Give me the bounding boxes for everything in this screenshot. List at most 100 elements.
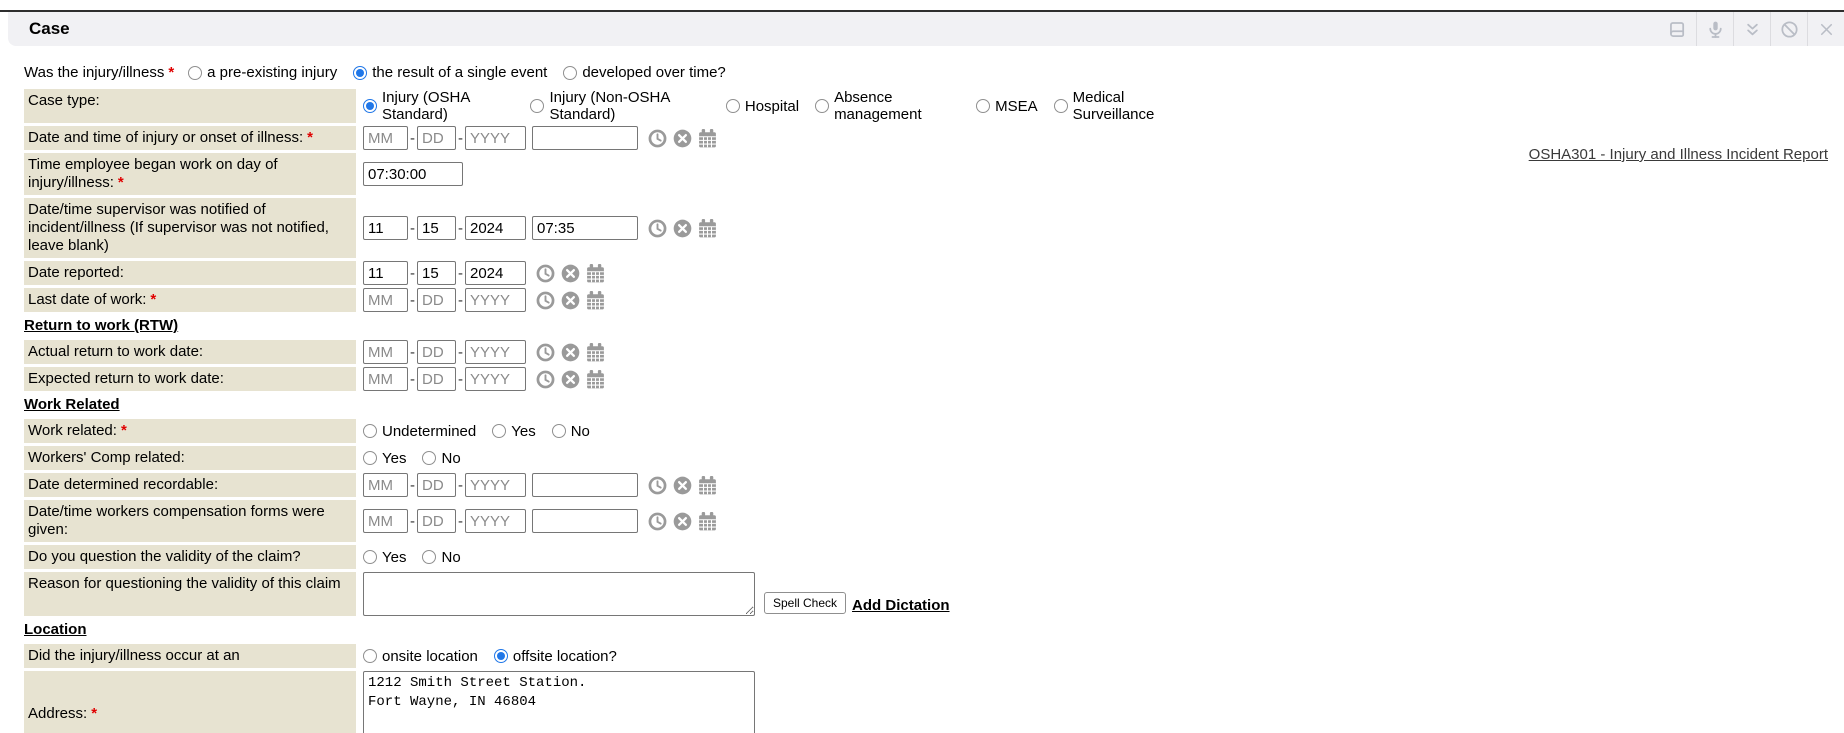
calendar-icon[interactable]: [585, 263, 606, 284]
recordable-year-input[interactable]: [465, 473, 526, 497]
radio-work-yes[interactable]: Yes: [492, 423, 535, 440]
radio-selected-icon[interactable]: [363, 99, 377, 113]
supervisor-month-input[interactable]: [363, 216, 408, 240]
radio-icon[interactable]: [363, 451, 377, 465]
recordable-day-input[interactable]: [417, 473, 456, 497]
wc-forms-month-input[interactable]: [363, 509, 408, 533]
reported-day-input[interactable]: [417, 261, 456, 285]
radio-icon[interactable]: [1054, 99, 1068, 113]
clear-date-icon[interactable]: [560, 342, 581, 363]
date-separator: -: [458, 477, 463, 494]
block-icon[interactable]: [1770, 12, 1807, 46]
clear-date-icon[interactable]: [560, 290, 581, 311]
clock-icon[interactable]: [647, 218, 668, 239]
injury-year-input[interactable]: [465, 126, 526, 150]
clear-date-icon[interactable]: [560, 369, 581, 390]
clear-date-icon[interactable]: [672, 511, 693, 532]
recordable-time-input[interactable]: [532, 473, 638, 497]
injury-day-input[interactable]: [417, 126, 456, 150]
radio-icon[interactable]: [188, 66, 202, 80]
radio-icon[interactable]: [363, 649, 377, 663]
osha301-report-link[interactable]: OSHA301 - Injury and Illness Incident Re…: [1529, 146, 1828, 163]
radio-pre-existing-injury[interactable]: a pre-existing injury: [188, 64, 337, 81]
radio-offsite-location[interactable]: offsite location?: [494, 648, 617, 665]
add-dictation-link[interactable]: Add Dictation: [852, 597, 950, 614]
expected-rtw-year-input[interactable]: [465, 367, 526, 391]
supervisor-time-input[interactable]: [532, 216, 638, 240]
clear-date-icon[interactable]: [560, 263, 581, 284]
radio-icon[interactable]: [492, 424, 506, 438]
clock-icon[interactable]: [535, 369, 556, 390]
clock-icon[interactable]: [535, 342, 556, 363]
radio-icon[interactable]: [363, 424, 377, 438]
radio-icon[interactable]: [726, 99, 740, 113]
radio-single-event[interactable]: the result of a single event: [353, 64, 547, 81]
clock-icon[interactable]: [647, 128, 668, 149]
radio-icon[interactable]: [530, 99, 544, 113]
radio-hospital[interactable]: Hospital: [726, 98, 799, 115]
radio-icon[interactable]: [422, 451, 436, 465]
last-work-day-input[interactable]: [417, 288, 456, 312]
recordable-month-input[interactable]: [363, 473, 408, 497]
radio-validity-no[interactable]: No: [422, 549, 460, 566]
reason-validity-textarea[interactable]: [363, 572, 755, 616]
radio-icon[interactable]: [552, 424, 566, 438]
supervisor-year-input[interactable]: [465, 216, 526, 240]
last-work-year-input[interactable]: [465, 288, 526, 312]
calendar-icon[interactable]: [697, 218, 718, 239]
calendar-icon[interactable]: [697, 475, 718, 496]
actual-rtw-month-input[interactable]: [363, 340, 408, 364]
clear-date-icon[interactable]: [672, 218, 693, 239]
clear-date-icon[interactable]: [672, 475, 693, 496]
radio-absence-management[interactable]: Absence management: [815, 89, 960, 123]
radio-icon[interactable]: [363, 550, 377, 564]
radio-icon[interactable]: [422, 550, 436, 564]
radio-icon[interactable]: [976, 99, 990, 113]
close-icon[interactable]: [1807, 12, 1844, 46]
wc-forms-day-input[interactable]: [417, 509, 456, 533]
radio-icon[interactable]: [815, 99, 829, 113]
wc-forms-year-input[interactable]: [465, 509, 526, 533]
radio-wc-yes[interactable]: Yes: [363, 450, 406, 467]
microphone-icon[interactable]: [1696, 12, 1733, 46]
time-began-input[interactable]: [363, 162, 463, 186]
supervisor-day-input[interactable]: [417, 216, 456, 240]
clock-icon[interactable]: [535, 263, 556, 284]
radio-icon[interactable]: [563, 66, 577, 80]
actual-rtw-day-input[interactable]: [417, 340, 456, 364]
radio-work-no[interactable]: No: [552, 423, 590, 440]
actual-rtw-year-input[interactable]: [465, 340, 526, 364]
radio-injury-osha[interactable]: Injury (OSHA Standard): [363, 89, 514, 123]
calendar-icon[interactable]: [585, 369, 606, 390]
injury-month-input[interactable]: [363, 126, 408, 150]
wc-forms-time-input[interactable]: [532, 509, 638, 533]
radio-wc-no[interactable]: No: [422, 450, 460, 467]
calendar-icon[interactable]: [585, 290, 606, 311]
radio-msea[interactable]: MSEA: [976, 98, 1038, 115]
address-textarea[interactable]: 1212 Smith Street Station. Fort Wayne, I…: [363, 671, 755, 733]
clock-icon[interactable]: [535, 290, 556, 311]
reported-year-input[interactable]: [465, 261, 526, 285]
radio-onsite-location[interactable]: onsite location: [363, 648, 478, 665]
radio-injury-non-osha[interactable]: Injury (Non-OSHA Standard): [530, 89, 709, 123]
book-icon[interactable]: [1659, 12, 1696, 46]
expected-rtw-month-input[interactable]: [363, 367, 408, 391]
radio-medical-surveillance[interactable]: Medical Surveillance: [1054, 89, 1188, 123]
radio-selected-icon[interactable]: [353, 66, 367, 80]
calendar-icon[interactable]: [585, 342, 606, 363]
radio-selected-icon[interactable]: [494, 649, 508, 663]
calendar-icon[interactable]: [697, 128, 718, 149]
expected-rtw-day-input[interactable]: [417, 367, 456, 391]
last-work-month-input[interactable]: [363, 288, 408, 312]
clear-date-icon[interactable]: [672, 128, 693, 149]
radio-work-undetermined[interactable]: Undetermined: [363, 423, 476, 440]
radio-validity-yes[interactable]: Yes: [363, 549, 406, 566]
collapse-icon[interactable]: [1733, 12, 1770, 46]
injury-time-input[interactable]: [532, 126, 638, 150]
radio-developed-over-time[interactable]: developed over time?: [563, 64, 725, 81]
reported-month-input[interactable]: [363, 261, 408, 285]
spell-check-button[interactable]: Spell Check: [764, 592, 846, 614]
clock-icon[interactable]: [647, 511, 668, 532]
calendar-icon[interactable]: [697, 511, 718, 532]
clock-icon[interactable]: [647, 475, 668, 496]
